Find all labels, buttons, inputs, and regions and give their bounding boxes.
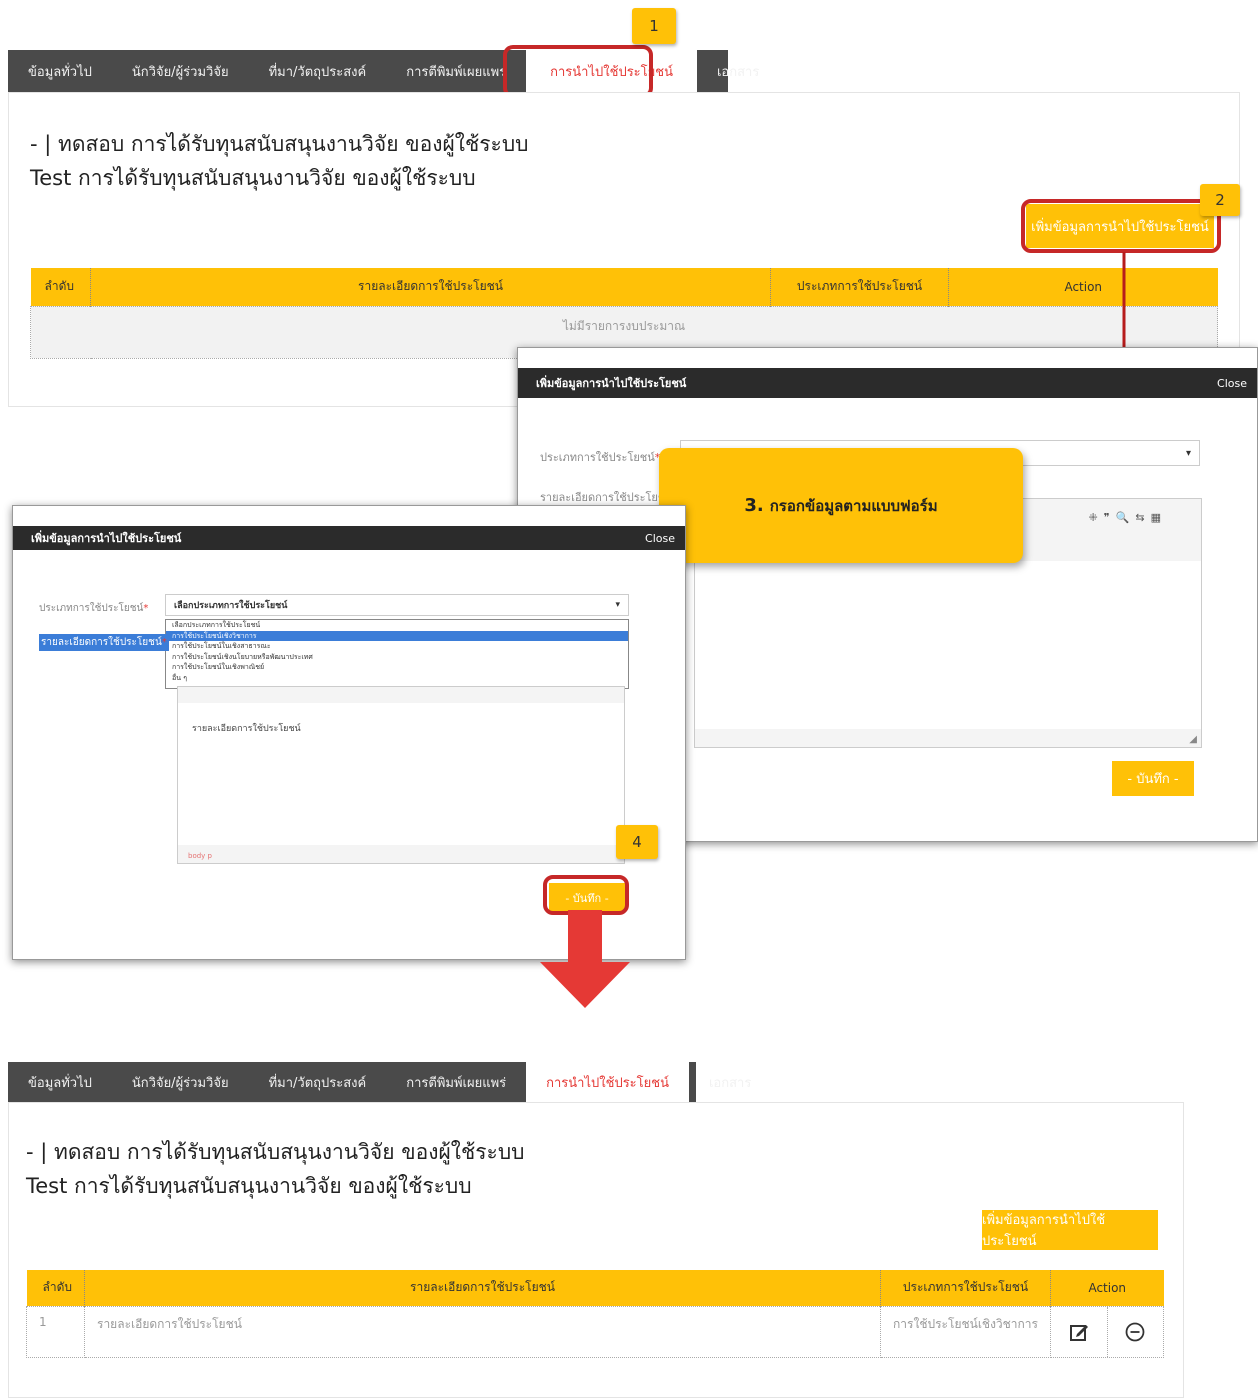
col-no: ลำดับ: [30, 268, 91, 306]
type-label: ประเภทการใช้ประโยชน์*: [540, 451, 661, 464]
modal-header: เพิ่มข้อมูลการนำไปใช้ประโยชน์ Close: [518, 368, 1257, 398]
project-title-th-bottom: - | ทดสอบ การได้รับทุนสนับสนุนงานวิจัย ข…: [26, 1140, 525, 1164]
step-marker-2: 2: [1200, 184, 1240, 216]
tab-publication-b[interactable]: การตีพิมพ์เผยแพร่: [386, 1062, 526, 1102]
type-select-left[interactable]: เลือกประเภทการใช้ประโยชน์ ▾: [165, 594, 629, 616]
type-label-left: ประเภทการใช้ประโยชน์*: [39, 603, 149, 614]
project-title-en: Test การได้รับทุนสนับสนุนงานวิจัย ของผู้…: [30, 166, 476, 190]
tab-documents[interactable]: เอกสาร: [697, 50, 779, 92]
col-action: Action: [948, 268, 1218, 306]
project-title-th: - | ทดสอบ การได้รับทุนสนับสนุนงานวิจัย ข…: [30, 132, 529, 156]
tab-objectives[interactable]: ที่มา/วัตถุประสงค์: [249, 50, 387, 92]
editor-body-left[interactable]: รายละเอียดการใช้ประโยชน์: [178, 703, 624, 845]
utilization-table-top: ลำดับ รายละเอียดการใช้ประโยชน์ ประเภทการ…: [30, 268, 1218, 359]
tab-general[interactable]: ข้อมูลทั่วไป: [8, 50, 112, 92]
resize-handle-icon[interactable]: ◢: [1189, 734, 1197, 745]
blockquote-icon[interactable]: ❞: [1104, 511, 1110, 524]
option-0[interactable]: เลือกประเภทการใช้ประโยชน์: [166, 620, 628, 631]
step-3-callout: 3. กรอกข้อมูลตามแบบฟอร์ม: [659, 448, 1023, 563]
tab-utilization-b[interactable]: การนำไปใช้ประโยชน์: [526, 1062, 689, 1102]
tab-objectives-b[interactable]: ที่มา/วัตถุประสงค์: [249, 1062, 387, 1102]
row-type: การใช้ประโยชน์เชิงวิชาการ: [880, 1305, 1051, 1358]
detail-editor-left[interactable]: รายละเอียดการใช้ประโยชน์ body p: [177, 686, 625, 864]
option-1[interactable]: การใช้ประโยชน์เชิงวิชาการ: [166, 630, 628, 641]
edit-icon[interactable]: [1051, 1306, 1108, 1357]
tab-bar-bottom: ข้อมูลทั่วไป นักวิจัย/ผู้ร่วมวิจัย ที่มา…: [8, 1062, 751, 1102]
replace-icon[interactable]: ⇆: [1135, 511, 1144, 524]
col-no-b: ลำดับ: [26, 1270, 85, 1306]
row-actions: [1050, 1305, 1164, 1358]
option-2[interactable]: การใช้ประโยชน์ในเชิงสาธารณะ: [166, 641, 628, 652]
col-type: ประเภทการใช้ประโยชน์: [770, 268, 949, 306]
col-detail-b: รายละเอียดการใช้ประโยชน์: [84, 1270, 881, 1306]
step-marker-1: 1: [632, 8, 676, 44]
step-marker-4: 4: [616, 825, 658, 859]
modal-close-button[interactable]: Close: [1217, 377, 1247, 390]
detail-label: รายละเอียดการใช้ประโยชน์*: [540, 491, 678, 504]
modal-title: เพิ่มข้อมูลการนำไปใช้ประโยชน์: [536, 377, 687, 390]
modal-title-left: เพิ่มข้อมูลการนำไปใช้ประโยชน์: [31, 532, 182, 545]
col-action-b: Action: [1050, 1270, 1164, 1306]
highlight-add-button: [1021, 199, 1221, 253]
modal-close-button-left[interactable]: Close: [645, 532, 675, 545]
detail-label-left: รายละเอียดการใช้ประโยชน์*: [39, 634, 169, 651]
type-dropdown-list[interactable]: เลือกประเภทการใช้ประโยชน์ การใช้ประโยชน์…: [165, 619, 629, 689]
table-row: 1 รายละเอียดการใช้ประโยชน์ การใช้ประโยชน…: [26, 1305, 1164, 1358]
tab-researchers-b[interactable]: นักวิจัย/ผู้ร่วมวิจัย: [112, 1062, 249, 1102]
row-no: 1: [26, 1305, 85, 1358]
search-icon[interactable]: 🔍: [1116, 511, 1130, 524]
remove-icon[interactable]: [1108, 1307, 1164, 1357]
editor-status-left: body p: [188, 852, 212, 860]
tab-researchers[interactable]: นักวิจัย/ผู้ร่วมวิจัย: [112, 50, 249, 92]
editor-body[interactable]: [695, 561, 1201, 729]
editor-text-left: รายละเอียดการใช้ประโยชน์: [192, 724, 301, 734]
row-detail: รายละเอียดการใช้ประโยชน์: [84, 1305, 881, 1358]
highlight-save-button: [543, 875, 629, 915]
modal-header-left: เพิ่มข้อมูลการนำไปใช้ประโยชน์ Close: [13, 526, 685, 550]
save-button-right[interactable]: - บันทึก -: [1112, 761, 1194, 796]
project-title-en-bottom: Test การได้รับทุนสนับสนุนงานวิจัย ของผู้…: [26, 1174, 472, 1198]
col-detail: รายละเอียดการใช้ประโยชน์: [90, 268, 771, 306]
col-type-b: ประเภทการใช้ประโยชน์: [880, 1270, 1051, 1306]
tab-general-b[interactable]: ข้อมูลทั่วไป: [8, 1062, 112, 1102]
utilization-table-bottom: ลำดับ รายละเอียดการใช้ประโยชน์ ประเภทการ…: [26, 1270, 1164, 1358]
result-arrow-down: [540, 910, 630, 1008]
highlight-tab-utilization: [503, 45, 653, 98]
editor-toolbar: ⁜ ❞ 🔍 ⇆ ▦: [1089, 511, 1161, 524]
tab-documents-b[interactable]: เอกสาร: [689, 1062, 771, 1102]
source-icon[interactable]: ▦: [1151, 511, 1161, 524]
option-5[interactable]: อื่น ๆ: [166, 673, 628, 684]
chevron-down-icon: ▾: [1185, 447, 1191, 459]
option-4[interactable]: การใช้ประโยชน์ในเชิงพาณิชย์: [166, 662, 628, 673]
add-utilization-button-bottom[interactable]: เพิ่มข้อมูลการนำไปใช้ประโยชน์: [982, 1210, 1158, 1250]
format-icon[interactable]: ⁜: [1089, 511, 1098, 524]
chevron-down-icon-left: ▾: [615, 600, 620, 610]
option-3[interactable]: การใช้ประโยชน์เชิงนโยบายหรือพัฒนาประเทศ: [166, 652, 628, 663]
